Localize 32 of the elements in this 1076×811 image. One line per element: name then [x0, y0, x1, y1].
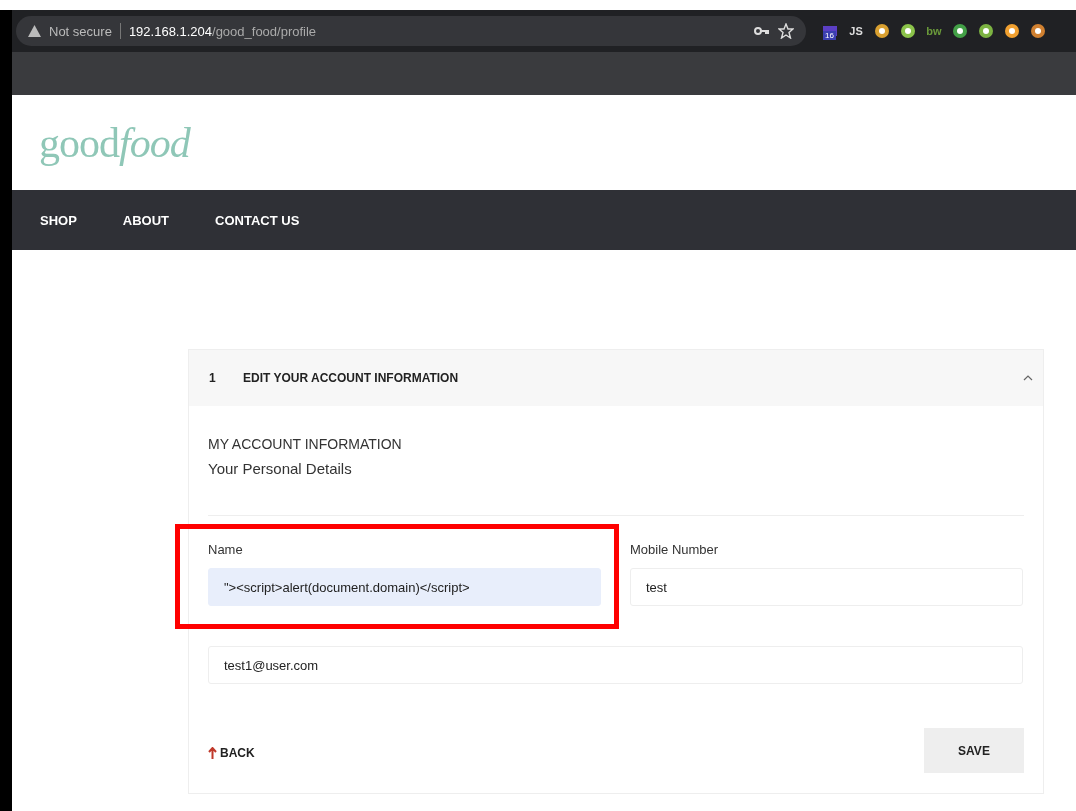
step-number: 1: [209, 371, 217, 385]
star-icon[interactable]: [778, 23, 794, 39]
field-label: Name: [208, 542, 244, 559]
extension-icon[interactable]: 16: [822, 23, 838, 39]
panel-title: EDIT YOUR ACCOUNT INFORMATION: [243, 371, 460, 385]
back-link[interactable]: BACK: [208, 745, 255, 760]
nav-link[interactable]: CONTACT US: [215, 212, 300, 228]
nav-link[interactable]: SHOP: [40, 212, 77, 228]
extension-icon[interactable]: [900, 23, 916, 39]
security-label: Not secure: [49, 23, 112, 39]
address-bar[interactable]: Not secure 192.168.1.204/good_food/profile: [16, 16, 806, 46]
chevron-icon[interactable]: [1023, 375, 1033, 381]
extension-icon[interactable]: [1004, 23, 1020, 39]
extension-icon[interactable]: [1030, 23, 1046, 39]
key-icon[interactable]: [754, 26, 770, 36]
input-field[interactable]: test1@user.com: [208, 646, 1023, 684]
field-label: Mobile Number: [630, 542, 720, 559]
url-text: 192.168.1.204/good_food/profile: [128, 23, 317, 39]
up-arrow-icon: [208, 746, 217, 759]
extension-icon[interactable]: [978, 23, 994, 39]
input-field[interactable]: test: [630, 568, 1023, 606]
warning-icon: [28, 25, 41, 37]
panel-header[interactable]: 1 EDIT YOUR ACCOUNT INFORMATION: [189, 350, 1043, 406]
input-field[interactable]: "><script>alert(document.domain)</script>: [208, 568, 601, 606]
extension-icon[interactable]: [952, 23, 968, 39]
nav-link[interactable]: ABOUT: [122, 212, 170, 228]
extension-icon[interactable]: bw: [926, 23, 942, 39]
save-button[interactable]: SAVE: [924, 728, 1024, 773]
section-subtitle: Your Personal Details: [208, 460, 353, 477]
section-heading: MY ACCOUNT INFORMATION: [208, 436, 403, 452]
extension-icon[interactable]: JS: [848, 23, 864, 39]
extension-icon[interactable]: [874, 23, 890, 39]
